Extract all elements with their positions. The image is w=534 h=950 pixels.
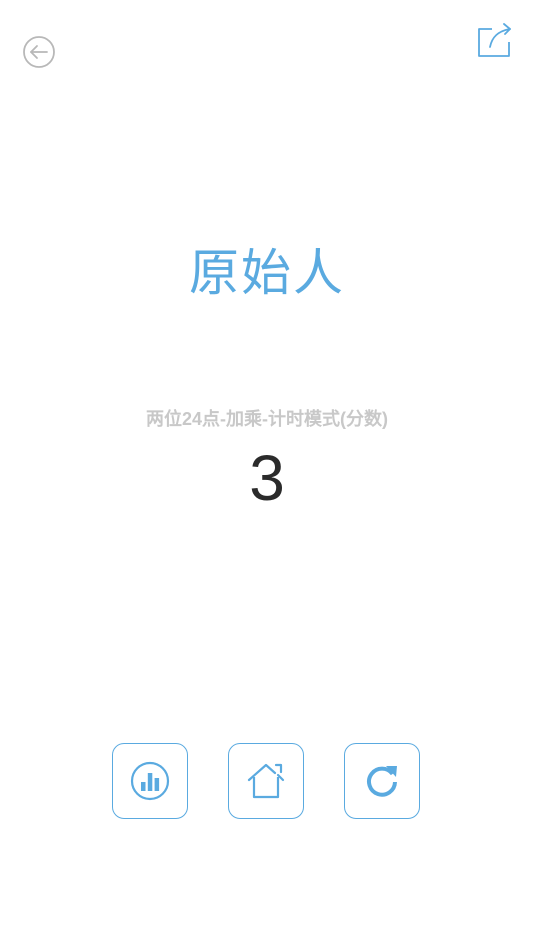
home-icon xyxy=(245,760,287,802)
retry-button[interactable] xyxy=(344,743,420,819)
back-button[interactable] xyxy=(22,35,56,69)
rank-title: 原始人 xyxy=(189,244,345,302)
home-button[interactable] xyxy=(228,743,304,819)
share-button[interactable] xyxy=(476,21,514,59)
score-value: 3 xyxy=(249,442,285,514)
refresh-icon xyxy=(362,761,402,801)
arrow-left-circle-icon xyxy=(22,35,56,69)
share-icon xyxy=(476,21,514,59)
stats-button[interactable] xyxy=(112,743,188,819)
game-mode-label: 两位24点-加乘-计时模式(分数) xyxy=(146,409,388,429)
action-bar xyxy=(112,743,422,821)
bar-chart-icon xyxy=(130,761,170,801)
